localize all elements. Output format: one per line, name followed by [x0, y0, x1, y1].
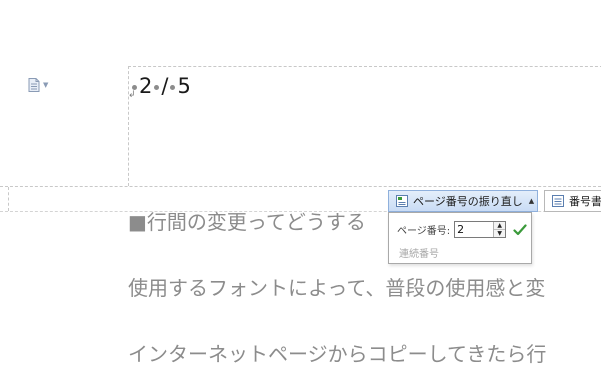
page-number-input[interactable]	[455, 222, 494, 237]
margin-guide	[8, 187, 9, 211]
page-separator: /	[161, 74, 169, 98]
decrement-button[interactable]: ▼	[494, 229, 506, 237]
space-mark	[170, 84, 176, 90]
body-paragraph-1[interactable]: ■行間の変更ってどうする	[128, 206, 366, 235]
document-page: ▼ 2 / 5 ↲ ■行間の変更ってどうする 使用するフォントによって、普段の使…	[0, 0, 601, 392]
page-number-label: 番号書	[569, 195, 601, 208]
body-paragraph-3[interactable]: インターネットページからコピーしてきたら行	[128, 338, 546, 367]
body-paragraph-2[interactable]: 使用するフォントによって、普段の使用感と変	[128, 272, 545, 301]
page-number-row: ページ番号: ▲ ▼	[397, 221, 527, 238]
page-number-field[interactable]: 2 / 5	[130, 74, 191, 98]
header-options-menu[interactable]: ▼	[28, 78, 48, 92]
renumber-pages-button[interactable]: ページ番号の振り直し ▲	[388, 190, 538, 212]
continuous-numbering-option[interactable]: 連続番号	[399, 245, 439, 260]
chevron-down-icon: ▼	[43, 81, 49, 89]
chevron-up-icon: ▲	[528, 197, 535, 205]
header-area[interactable]	[128, 66, 601, 186]
checkmark-icon[interactable]	[513, 223, 527, 236]
page-number-stepper[interactable]: ▲ ▼	[454, 221, 507, 238]
page-number-button[interactable]: 番号書	[544, 190, 601, 212]
document-icon	[28, 78, 40, 92]
current-page-number: 2	[139, 74, 153, 98]
page-number-label: ページ番号:	[397, 226, 451, 237]
space-mark	[132, 84, 137, 90]
page-number-icon	[552, 195, 564, 207]
renumber-panel: ページ番号: ▲ ▼ 連続番号	[388, 212, 532, 264]
paragraph-mark: ↲	[128, 90, 136, 100]
stepper-buttons: ▲ ▼	[493, 222, 506, 237]
space-mark	[154, 84, 160, 90]
page-number-icon	[396, 195, 408, 207]
total-pages-number: 5	[177, 74, 191, 98]
renumber-pages-label: ページ番号の振り直し	[413, 195, 523, 208]
increment-button[interactable]: ▲	[494, 222, 506, 229]
